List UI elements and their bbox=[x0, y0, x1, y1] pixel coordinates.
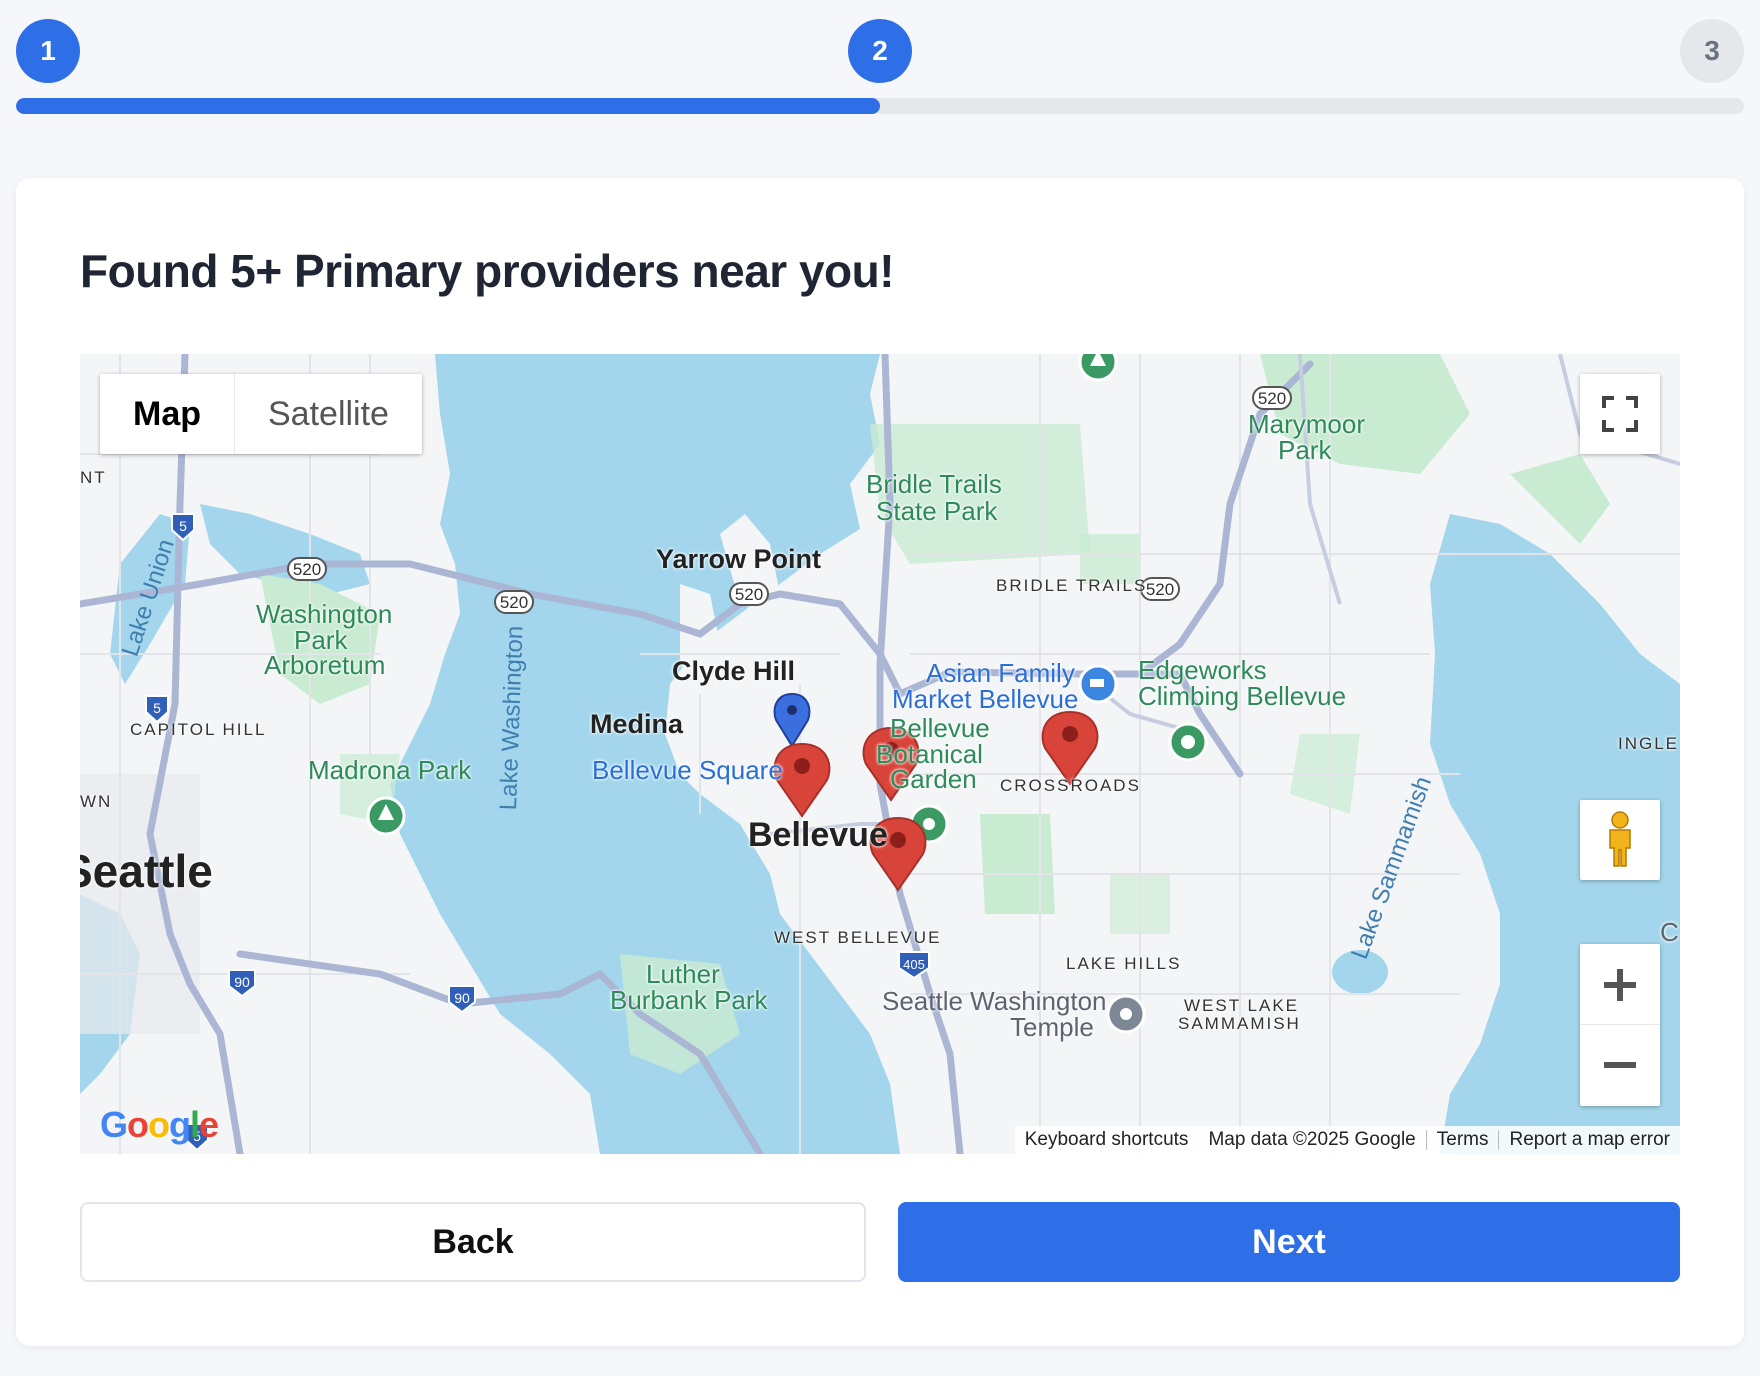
label-asian-market-2: Market Bellevue bbox=[892, 684, 1079, 714]
zoom-in-button[interactable] bbox=[1580, 945, 1660, 1025]
plus-icon bbox=[1604, 968, 1636, 1001]
label-temple-2: Temple bbox=[1010, 1012, 1094, 1042]
back-button[interactable]: Back bbox=[80, 1202, 866, 1282]
park-icon-north bbox=[1078, 354, 1118, 382]
map-type-map-button[interactable]: Map bbox=[100, 374, 235, 454]
svg-text:520: 520 bbox=[1146, 580, 1174, 599]
label-luther-1: Luther bbox=[646, 959, 720, 989]
progress-bar bbox=[16, 98, 1744, 114]
svg-text:90: 90 bbox=[454, 990, 470, 1006]
label-capitol-hill: CAPITOL HILL bbox=[130, 720, 267, 739]
label-nt: NT bbox=[80, 468, 107, 487]
cart-icon-asian-market bbox=[1078, 664, 1118, 704]
map-type-satellite-button[interactable]: Satellite bbox=[235, 374, 422, 454]
label-bellevue-square: Bellevue Square bbox=[592, 755, 783, 785]
svg-text:520: 520 bbox=[500, 593, 528, 612]
label-bellevue: Bellevue bbox=[748, 816, 888, 854]
zoom-control bbox=[1580, 944, 1660, 1106]
google-logo[interactable]: Google bbox=[100, 1104, 219, 1146]
step-1-indicator[interactable]: 1 bbox=[16, 19, 80, 83]
shield-520-b: 520 bbox=[494, 590, 534, 614]
park-icon-madrona bbox=[366, 796, 406, 836]
terms-link[interactable]: Terms bbox=[1427, 1129, 1499, 1151]
svg-text:520: 520 bbox=[735, 585, 763, 604]
label-medina: Medina bbox=[590, 709, 684, 739]
label-edgeworks-2: Climbing Bellevue bbox=[1138, 681, 1347, 711]
shield-520-c: 520 bbox=[729, 582, 769, 606]
label-west-lake-sammamish-2: SAMMAMISH bbox=[1178, 1014, 1301, 1033]
map-type-control: Map Satellite bbox=[100, 374, 422, 454]
label-bridle-trails-park-1: Bridle Trails bbox=[866, 469, 1002, 499]
label-madrona-park: Madrona Park bbox=[308, 755, 472, 785]
page-title: Found 5+ Primary providers near you! bbox=[80, 245, 895, 297]
label-botanical-1: Bellevue bbox=[890, 713, 990, 743]
label-botanical-3: Garden bbox=[890, 764, 977, 794]
label-ingle: INGLE bbox=[1618, 734, 1680, 753]
label-marymoor-1: Marymoor bbox=[1248, 409, 1366, 439]
svg-text:520: 520 bbox=[1258, 389, 1286, 408]
svg-text:405: 405 bbox=[903, 957, 925, 972]
label-west-bellevue: WEST BELLEVUE bbox=[774, 928, 942, 947]
next-button[interactable]: Next bbox=[898, 1202, 1680, 1282]
report-map-error-link[interactable]: Report a map error bbox=[1499, 1129, 1680, 1151]
shield-520-d: 520 bbox=[1252, 386, 1292, 410]
label-temple-1: Seattle Washington bbox=[882, 986, 1107, 1016]
keyboard-shortcuts-link[interactable]: Keyboard shortcuts bbox=[1015, 1129, 1199, 1151]
map-data-credit: Map data ©2025 Google bbox=[1208, 1129, 1416, 1150]
temple-icon bbox=[1106, 994, 1146, 1034]
label-lake-hills: LAKE HILLS bbox=[1066, 954, 1182, 973]
street-view-pegman-button[interactable] bbox=[1580, 800, 1660, 880]
label-washington-park-3: Arboretum bbox=[264, 650, 386, 680]
label-edgeworks-1: Edgeworks bbox=[1138, 655, 1267, 685]
label-bridle-trails: BRIDLE TRAILS bbox=[996, 576, 1148, 595]
shield-520-a: 520 bbox=[287, 557, 327, 581]
progress-bar-fill bbox=[16, 98, 880, 114]
fullscreen-icon bbox=[1602, 396, 1638, 432]
place-icon-edgeworks bbox=[1168, 722, 1208, 762]
svg-text:5: 5 bbox=[153, 700, 161, 716]
label-marymoor-2: Park bbox=[1278, 435, 1332, 465]
label-edge-c: C bbox=[1660, 917, 1679, 947]
label-washington-park-1: Washington bbox=[256, 599, 393, 629]
fullscreen-button[interactable] bbox=[1580, 374, 1660, 454]
minus-icon bbox=[1604, 1062, 1636, 1068]
provider-map[interactable]: 520 520 520 520 520 5 5 90 90 405 5 Yarr… bbox=[80, 354, 1680, 1154]
svg-text:520: 520 bbox=[293, 560, 321, 579]
svg-text:90: 90 bbox=[234, 974, 250, 990]
pegman-icon bbox=[1609, 811, 1631, 867]
map-attribution-bar: Keyboard shortcuts Map data ©2025 Google… bbox=[1014, 1126, 1680, 1154]
label-west-lake-sammamish-1: WEST LAKE bbox=[1184, 996, 1299, 1015]
label-seattle: Seattle bbox=[80, 845, 213, 897]
label-bridle-trails-park-2: State Park bbox=[876, 496, 998, 526]
svg-text:5: 5 bbox=[179, 518, 187, 534]
zoom-out-button[interactable] bbox=[1580, 1025, 1660, 1105]
step-3-indicator: 3 bbox=[1680, 19, 1744, 83]
label-luther-2: Burbank Park bbox=[610, 985, 768, 1015]
label-crossroads: CROSSROADS bbox=[1000, 776, 1141, 795]
label-clyde-hill: Clyde Hill bbox=[672, 656, 796, 686]
step-2-indicator[interactable]: 2 bbox=[848, 19, 912, 83]
label-yarrow-point: Yarrow Point bbox=[656, 544, 822, 574]
label-wn: WN bbox=[80, 792, 113, 811]
